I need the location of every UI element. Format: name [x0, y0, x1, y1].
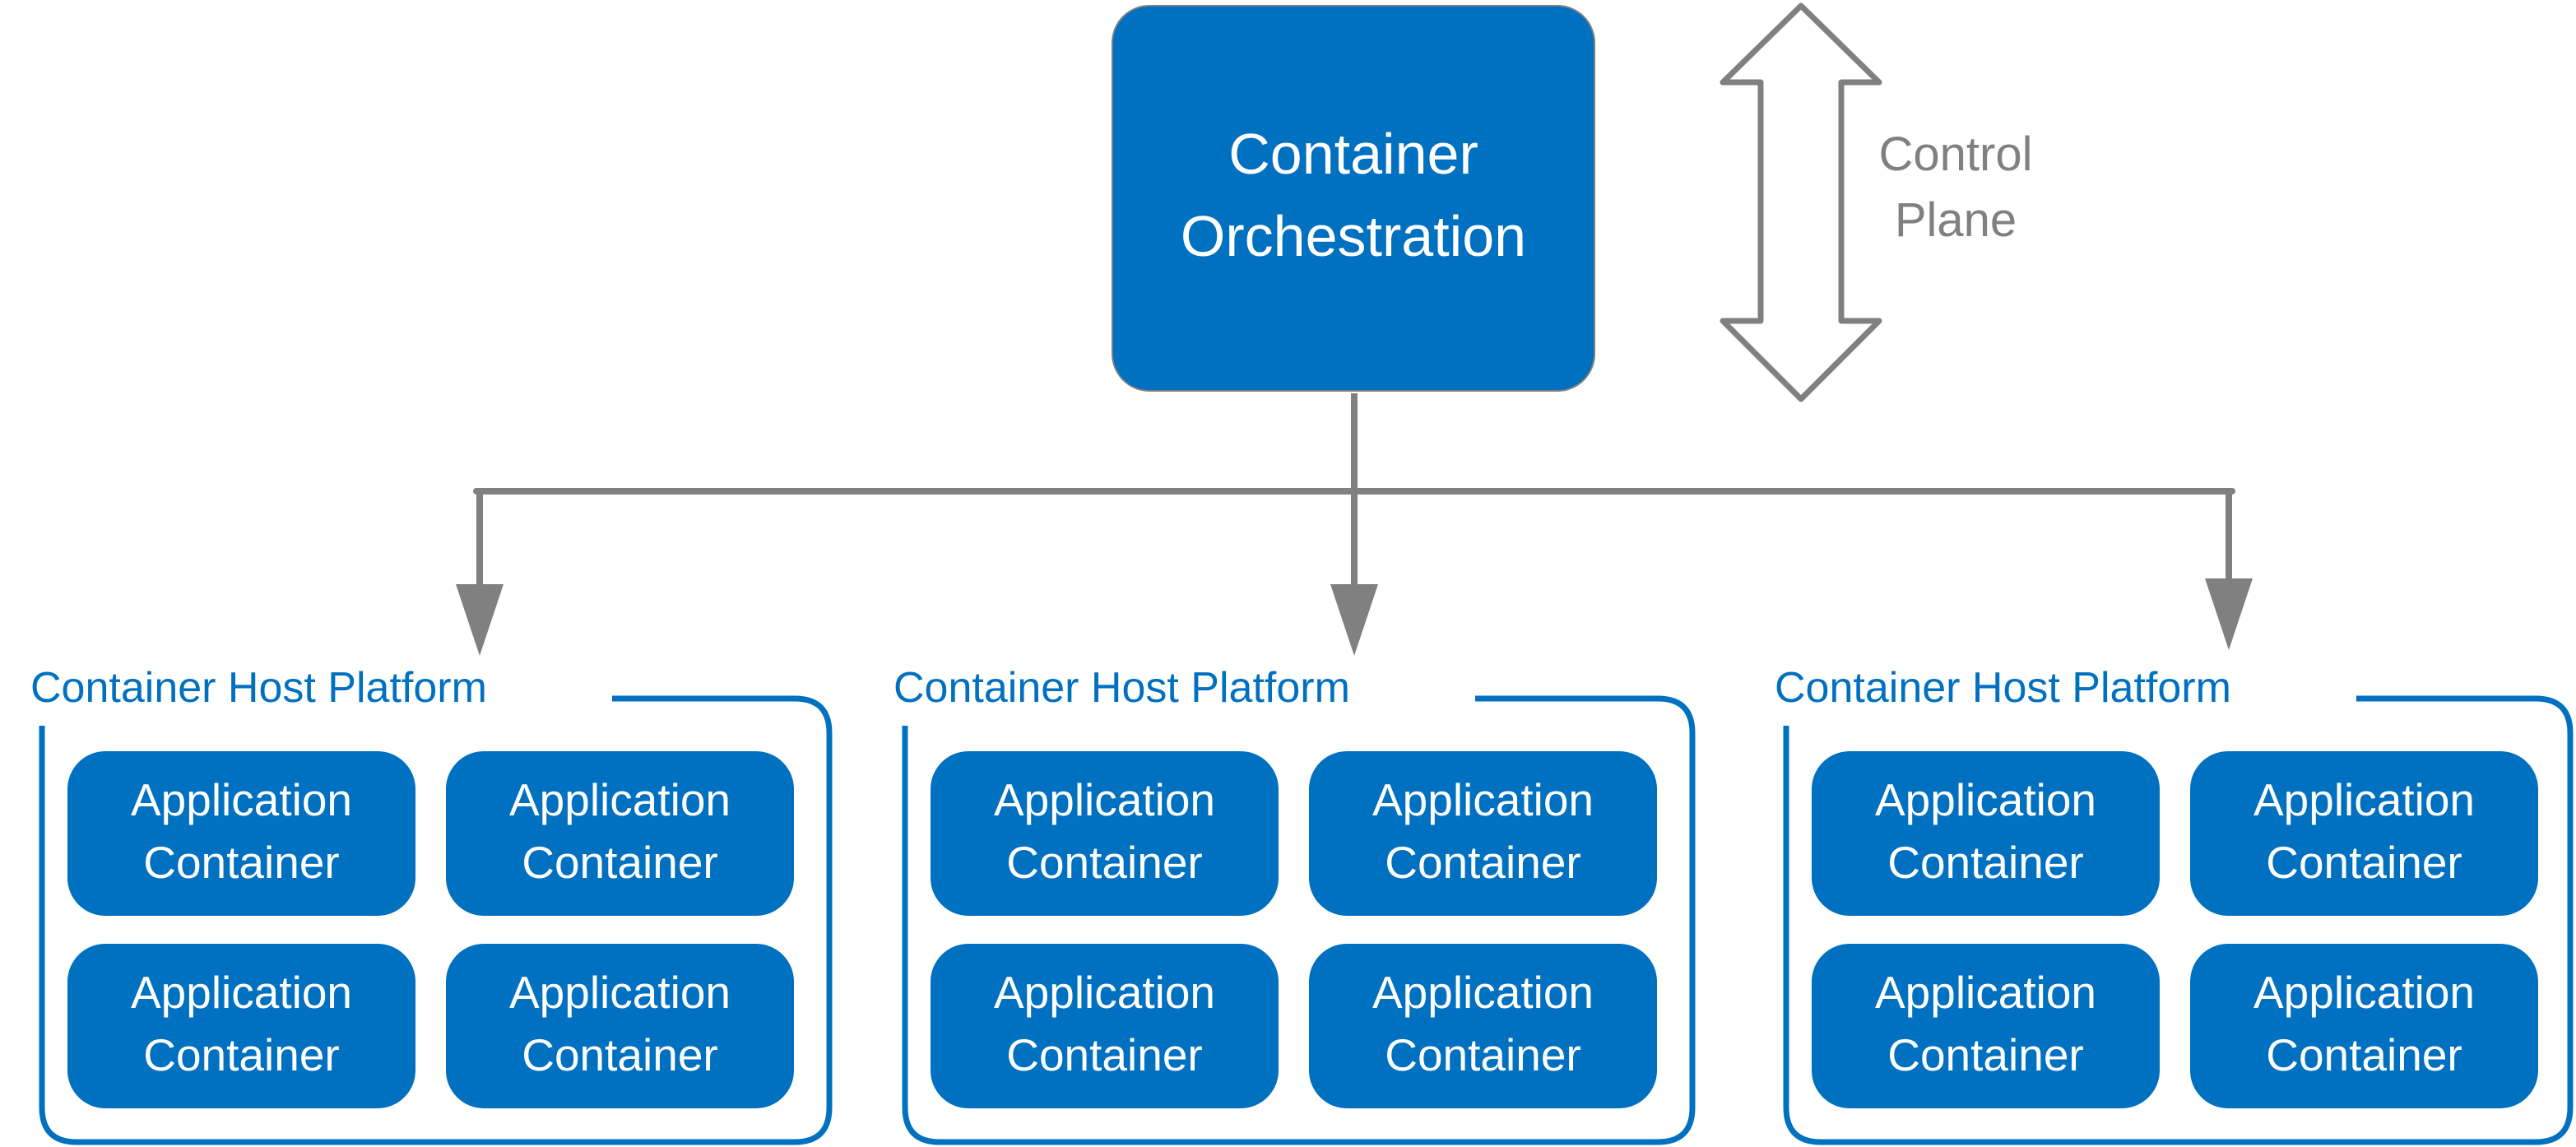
app-label-line1: Application [508, 967, 731, 1018]
app-label-line2: Container [1006, 837, 1203, 888]
app-label-line2: Container [2266, 837, 2462, 888]
app-label-line1: Application [130, 774, 353, 825]
host-platform-label: Container Host Platform [1775, 664, 2231, 712]
app-label-line2: Container [143, 837, 340, 888]
container-host-platform-1: Container Host Platform Application Conta… [0, 0, 856, 1147]
app-label-line1: Application [508, 774, 731, 825]
app-label-line1: Application [1874, 967, 2097, 1018]
app-label-line2: Container [2266, 1029, 2462, 1080]
app-label-line1: Application [993, 774, 1216, 825]
app-label-line2: Container [1887, 1029, 2084, 1080]
app-label-line2: Container [522, 1029, 718, 1080]
container-host-platform-2: Container Host Platform Application Conta… [863, 0, 1719, 1147]
application-container[interactable]: Application Container [2190, 944, 2538, 1108]
app-label-line1: Application [130, 967, 353, 1018]
app-label-line1: Application [1874, 774, 2097, 825]
host-platform-label: Container Host Platform [30, 664, 487, 712]
app-label-line1: Application [2253, 774, 2476, 825]
application-container[interactable]: Application Container [446, 751, 794, 916]
application-container[interactable]: Application Container [67, 751, 415, 916]
application-container[interactable]: Application Container [1309, 751, 1657, 916]
application-container[interactable]: Application Container [1812, 944, 2160, 1108]
app-label-line2: Container [522, 837, 718, 888]
app-label-line2: Container [143, 1029, 340, 1080]
container-host-platform-3: Container Host Platform Application Conta… [1744, 0, 2576, 1147]
application-container[interactable]: Application Container [931, 944, 1279, 1108]
application-container[interactable]: Application Container [2190, 751, 2538, 916]
app-label-line2: Container [1006, 1029, 1203, 1080]
application-container[interactable]: Application Container [1812, 751, 2160, 916]
app-label-line1: Application [1372, 774, 1594, 825]
app-label-line1: Application [1372, 967, 1594, 1018]
application-container[interactable]: Application Container [931, 751, 1279, 916]
app-label-line2: Container [1385, 837, 1581, 888]
app-label-line1: Application [993, 967, 1216, 1018]
app-label-line2: Container [1887, 837, 2084, 888]
app-label-line1: Application [2253, 967, 2476, 1018]
host-platform-label: Container Host Platform [893, 664, 1350, 712]
application-container[interactable]: Application Container [67, 944, 415, 1108]
application-container[interactable]: Application Container [1309, 944, 1657, 1108]
application-container[interactable]: Application Container [446, 944, 794, 1108]
app-label-line2: Container [1385, 1029, 1581, 1080]
